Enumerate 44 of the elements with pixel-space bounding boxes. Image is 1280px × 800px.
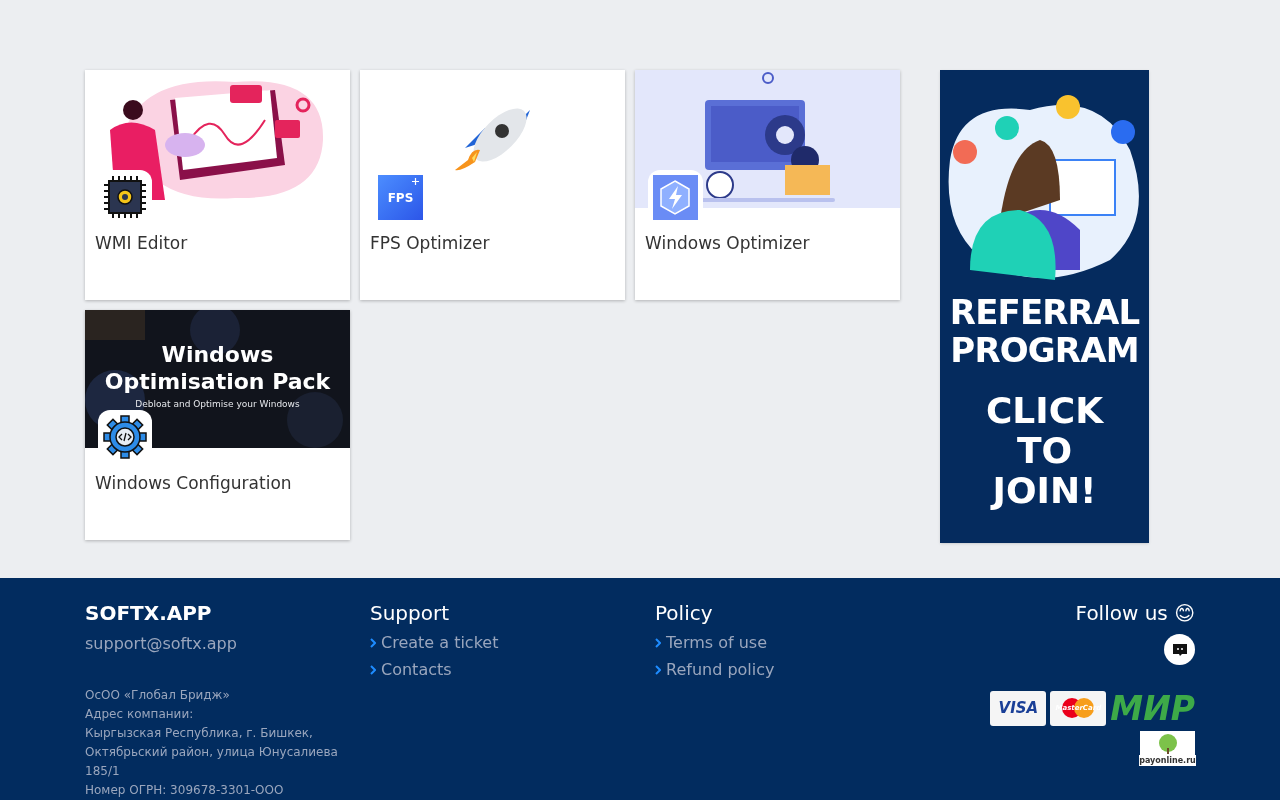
banner-heading: REFERRAL — [949, 293, 1140, 331]
company-info-line: 185/1 — [85, 763, 121, 780]
banner-cta: TO — [1016, 431, 1073, 471]
company-info-line: Номер ОГРН: 309678-3301-ООО — [85, 782, 285, 799]
payonline-logo: payonline.ru — [1140, 731, 1195, 766]
app-card[interactable]: Windows Optimisation Pack Debloat and Optimise your Windows Windows Configuration — [85, 310, 350, 540]
app-title: WMI Editor — [94, 232, 189, 255]
footer-link[interactable]: Contacts — [370, 659, 655, 680]
company-info-line: ОсОО «Глобал Бридж» — [85, 687, 231, 704]
app-title: Windows Configuration — [94, 472, 293, 495]
banner-heading: PROGRAM — [950, 331, 1139, 369]
banner-heading: Optimisation Pack — [104, 368, 331, 396]
support-email[interactable]: support@softx.app — [85, 632, 370, 656]
footer-link[interactable]: Terms of use — [655, 632, 940, 653]
footer-link[interactable]: Refund policy — [655, 659, 940, 680]
banner-heading: Windows — [161, 342, 274, 368]
brand-name: SOFTX.APP — [85, 600, 213, 626]
lightning-icon — [653, 175, 698, 220]
chevron-icon — [370, 664, 376, 675]
visa-logo: VISA — [990, 691, 1047, 726]
mir-logo: МИР — [1110, 691, 1195, 726]
fps-icon: FPS — [378, 175, 423, 220]
gear-code-icon — [103, 415, 147, 459]
banner-cta: CLICK — [985, 391, 1104, 431]
referral-banner[interactable]: REFERRAL PROGRAM CLICK TO JOIN! — [940, 70, 1149, 543]
app-title: FPS Optimizer — [369, 232, 491, 255]
banner-subtitle: Debloat and Optimise your Windows — [135, 398, 300, 411]
chevron-icon — [370, 637, 376, 648]
footer-heading: Support — [370, 600, 451, 626]
footer-link[interactable]: Create a ticket — [370, 632, 655, 653]
discord-button[interactable] — [1164, 634, 1195, 665]
follow-heading: Follow us 😊 — [1075, 600, 1195, 626]
footer-heading: Policy — [655, 600, 714, 626]
app-title: Windows Optimizer — [644, 232, 811, 255]
company-info-line: Кыргызская Республика, г. Бишкек, — [85, 725, 314, 742]
banner-cta: JOIN! — [992, 471, 1097, 511]
chip-icon — [103, 175, 147, 219]
company-info-line: Адрес компании: — [85, 706, 195, 723]
app-card[interactable]: WMI Editor — [85, 70, 350, 300]
company-info-line: Октябрьский район, улица Юнусалиева — [85, 744, 339, 761]
chevron-icon — [655, 637, 661, 648]
chevron-icon — [655, 664, 661, 675]
app-card[interactable]: Windows Optimizer — [635, 70, 900, 300]
app-card[interactable]: FPS FPS Optimizer — [360, 70, 625, 300]
